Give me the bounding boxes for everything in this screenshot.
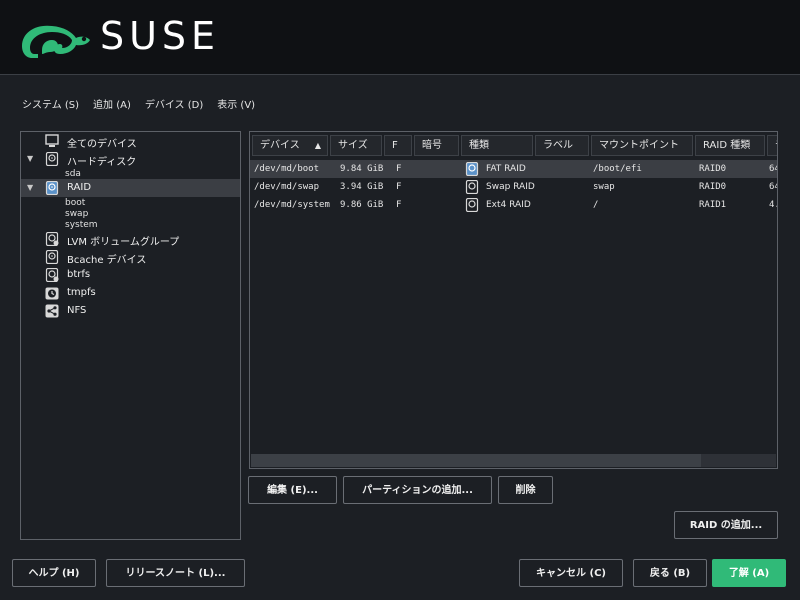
edit-button[interactable]: 編集 (E)... [248,476,337,504]
tree-item-sda[interactable]: sda [65,169,81,179]
cell-chunk: 64 [769,182,777,192]
menu-system[interactable]: システム (S) [22,96,79,114]
cell-chunk: 64 [769,164,777,174]
tree-item-label: 全てのデバイス [67,139,137,150]
raid-icon [45,181,59,195]
tree-item-label: RAID [67,182,92,193]
add-raid-button[interactable]: RAID の追加... [674,511,778,539]
release-notes-button[interactable]: リリースノート (L)... [106,559,245,587]
tree-item-label: btrfs [67,269,91,280]
cell-size: 9.86 GiB [340,200,384,210]
column-header-size[interactable]: サイズ [330,135,382,156]
back-button[interactable]: 戻る (B) [633,559,707,587]
column-header-encryption[interactable]: 暗号 [414,135,459,156]
menu-device[interactable]: デバイス (D) [145,96,203,114]
tree-item-all-devices[interactable]: 全てのデバイス [21,132,240,150]
tree-item-system[interactable]: system [65,220,98,230]
tree-item-nfs[interactable]: NFS [21,302,240,320]
sort-ascending-icon: ▲ [314,141,321,150]
ok-button[interactable]: 了解 (A) [712,559,786,587]
tree-item-tmpfs[interactable]: tmpfs [21,284,240,302]
bcache-icon [45,250,59,264]
expand-arrow-icon[interactable]: ▼ [27,184,35,192]
tree-item-label: ハードディスク [67,157,137,168]
column-header-type[interactable]: 種類 [461,135,533,156]
tree-item-label: Bcache デバイス [67,255,147,266]
column-label: デバイス [260,140,300,151]
table-row[interactable]: /dev/md/swap 3.94 GiB F Swap RAID swap R… [250,178,777,196]
raid-disk-icon [465,198,479,212]
header-banner: SUSE [0,0,800,75]
brand-name: SUSE [100,14,221,58]
column-header-label[interactable]: ラベル [535,135,589,156]
btrfs-icon [45,268,59,282]
horizontal-scrollbar[interactable] [251,454,776,467]
suse-chameleon-logo [22,25,90,58]
tree-item-bcache[interactable]: Bcache デバイス [21,248,240,266]
raid-disk-icon [465,180,479,194]
column-header-mount-point[interactable]: マウントポイント [591,135,693,156]
cell-f: F [396,164,402,174]
cell-chunk: 4. [769,200,777,210]
help-button[interactable]: ヘルプ (H) [12,559,96,587]
cell-device: /dev/md/boot [254,164,320,174]
menu-bar: システム (S) 追加 (A) デバイス (D) 表示 (V) [22,96,255,114]
cell-device: /dev/md/swap [254,182,320,192]
monitor-icon [45,134,59,147]
tree-item-label: LVM ボリュームグループ [67,237,180,248]
cell-size: 3.94 GiB [340,182,384,192]
column-header-chunk[interactable]: チ [767,135,777,156]
menu-view[interactable]: 表示 (V) [217,96,255,114]
cell-raid-type: RAID0 [699,164,727,174]
cell-f: F [396,200,402,210]
column-header-f[interactable]: F [384,135,412,156]
tree-item-swap[interactable]: swap [65,209,88,219]
cell-type: FAT RAID [486,164,526,174]
scrollbar-thumb[interactable] [251,454,701,467]
lvm-icon [45,232,59,246]
device-table[interactable]: デバイス ▲ サイズ F 暗号 種類 ラベル マウントポイント RAID 種類 … [249,131,778,469]
column-header-raid-type[interactable]: RAID 種類 [695,135,765,156]
table-header: デバイス ▲ サイズ F 暗号 種類 ラベル マウントポイント RAID 種類 … [250,132,777,159]
clock-icon [45,287,59,300]
cell-type: Swap RAID [486,182,535,192]
cell-mount: /boot/efi [593,164,642,174]
expand-arrow-icon[interactable]: ▼ [27,155,35,163]
tree-item-boot[interactable]: boot [65,198,85,208]
share-icon [45,304,59,318]
tree-item-label: NFS [67,305,87,316]
menu-add[interactable]: 追加 (A) [93,96,131,114]
table-row[interactable]: /dev/md/boot 9.84 GiB F FAT RAID /boot/e… [250,160,777,178]
tree-item-btrfs[interactable]: btrfs [21,266,240,284]
cell-type: Ext4 RAID [486,200,531,210]
cell-mount: / [593,200,599,210]
cell-f: F [396,182,402,192]
table-row[interactable]: /dev/md/system 9.86 GiB F Ext4 RAID / RA… [250,196,777,214]
column-header-device[interactable]: デバイス ▲ [252,135,328,156]
device-tree[interactable]: 全てのデバイス ▼ ハードディスク sda ▼ RAID boot swap s… [20,131,241,540]
delete-button[interactable]: 削除 [498,476,553,504]
cell-raid-type: RAID0 [699,182,727,192]
tree-item-lvm[interactable]: LVM ボリュームグループ [21,230,240,248]
cell-size: 9.84 GiB [340,164,384,174]
cell-raid-type: RAID1 [699,200,727,210]
tree-item-raid[interactable]: ▼ RAID [21,179,240,197]
cell-device: /dev/md/system [254,200,330,210]
cell-mount: swap [593,182,615,192]
tree-item-hard-disks[interactable]: ▼ ハードディスク [21,150,240,168]
disk-icon [45,152,59,166]
add-partition-button[interactable]: パーティションの追加... [343,476,492,504]
raid-disk-icon [465,162,479,176]
tree-item-label: tmpfs [67,287,96,298]
cancel-button[interactable]: キャンセル (C) [519,559,623,587]
